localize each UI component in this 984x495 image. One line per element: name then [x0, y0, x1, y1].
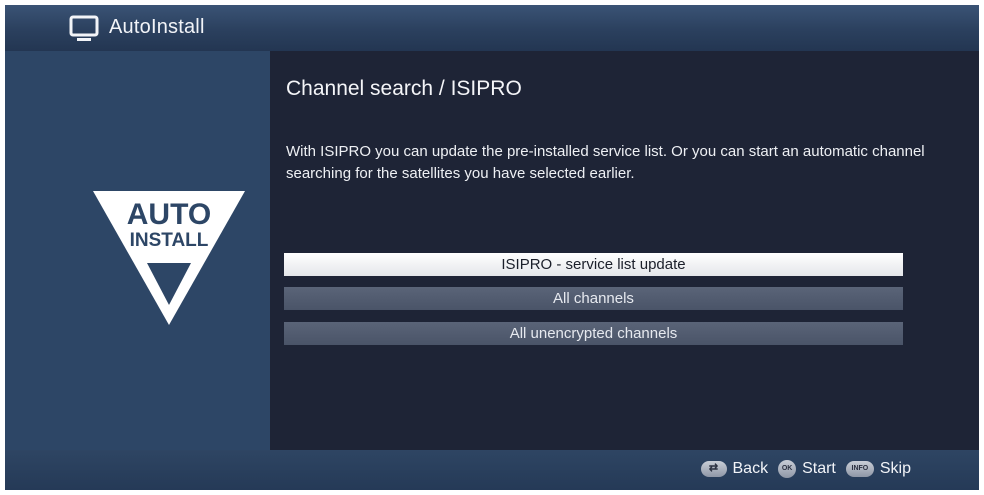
autoinstall-screen: AutoInstall AUTO INSTALL Channel search …: [5, 5, 979, 490]
key-legend: ⇄ Back OK Start INFO Skip: [691, 460, 911, 478]
logo-line-1: AUTO: [127, 198, 211, 231]
sidebar-panel: AUTO INSTALL: [5, 51, 270, 450]
header-bar: AutoInstall: [5, 5, 979, 51]
footer-bar: ⇄ Back OK Start INFO Skip: [5, 450, 979, 490]
start-label: Start: [802, 460, 836, 477]
option-unencrypted-channels[interactable]: All unencrypted channels: [284, 322, 903, 345]
back-key-icon: ⇄: [700, 461, 727, 477]
start-hint[interactable]: OK Start: [778, 460, 836, 478]
page-title: Channel search / ISIPRO: [286, 77, 522, 100]
logo-line-2: INSTALL: [130, 230, 209, 251]
option-isipro-update[interactable]: ISIPRO - service list update: [284, 253, 903, 276]
auto-install-triangle-icon: AUTO INSTALL: [93, 191, 245, 325]
ok-key-icon: OK: [778, 460, 797, 478]
description-text: With ISIPRO you can update the pre-insta…: [286, 143, 925, 182]
skip-hint[interactable]: INFO Skip: [845, 460, 911, 478]
back-hint[interactable]: ⇄ Back: [700, 460, 769, 478]
tv-icon: [69, 15, 99, 41]
back-label: Back: [732, 460, 769, 477]
option-all-channels[interactable]: All channels: [284, 287, 903, 310]
skip-label: Skip: [879, 460, 911, 477]
header-title: AutoInstall: [109, 16, 205, 38]
main-panel: Channel search / ISIPRO With ISIPRO you …: [270, 51, 979, 450]
info-key-icon: INFO: [845, 461, 874, 477]
